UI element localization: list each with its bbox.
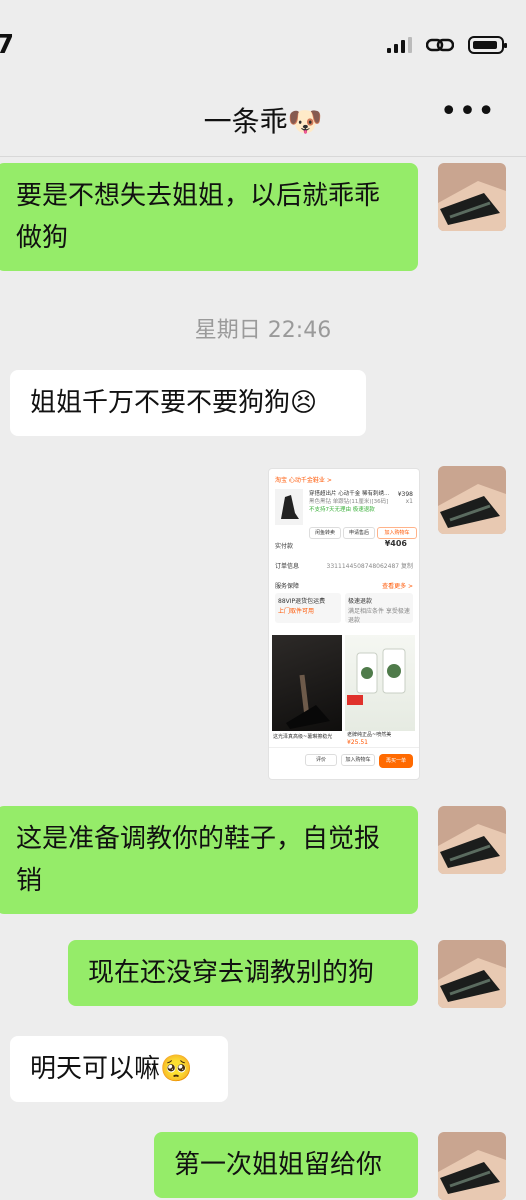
signal-icon — [387, 37, 412, 53]
after-sale-button[interactable]: 申请售后 — [343, 527, 375, 539]
order-number: 3311144508748062487 复制 — [326, 563, 413, 570]
message-bubble-received[interactable]: 姐姐千万不要不要狗狗😣 — [10, 370, 366, 436]
buy-again-button[interactable]: 再买一单 — [379, 754, 413, 768]
message-bubble-sent[interactable]: 现在还没穿去调教别的狗 — [68, 940, 418, 1006]
product-thumbnail — [275, 489, 303, 525]
link-icon — [426, 38, 454, 52]
service-label: 服务保障 — [275, 583, 300, 590]
bottom-cart-button[interactable]: 加入购物车 — [341, 754, 375, 766]
vip-return-box: 88VIP退货包运费 上门取件可用 — [275, 593, 341, 623]
recommend-caption-2: 老牌纯正品~喷然美 — [347, 732, 392, 738]
resell-button[interactable]: 闲鱼转卖 — [309, 527, 341, 539]
paid-amount: ¥406 — [384, 539, 407, 548]
avatar[interactable] — [438, 1132, 506, 1200]
avatar[interactable] — [438, 163, 506, 231]
avatar[interactable] — [438, 466, 506, 534]
recommend-price-2: ¥25.51 — [347, 739, 368, 746]
battery-icon — [468, 36, 507, 54]
card-bottom-bar: 评价 加入购物车 再买一单 — [269, 747, 419, 779]
more-options-button[interactable]: ••• — [440, 94, 496, 129]
add-to-cart-button[interactable]: 加入购物车 — [377, 527, 417, 539]
product-price: ¥398 x1 — [397, 491, 413, 505]
service-more-link[interactable]: 查看更多 > — [382, 581, 413, 590]
review-button[interactable]: 评价 — [305, 754, 337, 766]
shared-screenshot-order-card[interactable]: 淘宝 心动千金鞋业 > 穿搭超出片 心动千金 稀有刺绣… 黑色黑钻 单跟钻(11… — [268, 468, 420, 780]
timestamp-separator: 星期日 22:46 — [194, 318, 332, 343]
status-icons — [387, 36, 507, 54]
message-bubble-sent[interactable]: 这是准备调教你的鞋子，自觉报销 — [0, 806, 418, 914]
store-name: 淘宝 心动千金鞋业 > — [275, 477, 332, 484]
paid-label: 实付款 — [275, 543, 294, 550]
recommend-image-2[interactable] — [345, 635, 415, 731]
recommend-caption-1: 这光泽真高级~薯琳擦稳光 — [273, 734, 333, 740]
message-bubble-received[interactable]: 明天可以嘛🥺 — [10, 1036, 228, 1102]
message-bubble-sent[interactable]: 第一次姐姐留给你 — [154, 1132, 418, 1198]
status-bar: 7 — [0, 0, 526, 70]
status-time: 7 — [0, 30, 15, 60]
fast-refund-box: 极速退款 满足相应条件 享受极速退款 — [345, 593, 413, 624]
chat-header: 一条乖🐶 ••• — [0, 80, 526, 157]
message-bubble-sent[interactable]: 要是不想失去姐姐，以后就乖乖做狗 — [0, 163, 418, 271]
recommend-image-1[interactable] — [272, 635, 342, 731]
avatar[interactable] — [438, 940, 506, 1008]
product-name: 穿搭超出片 心动千金 稀有刺绣… 黑色黑钻 单跟钻(11厘米)[36码] 不支持… — [309, 491, 390, 513]
order-info-label: 订单信息 — [275, 563, 300, 570]
avatar[interactable] — [438, 806, 506, 874]
